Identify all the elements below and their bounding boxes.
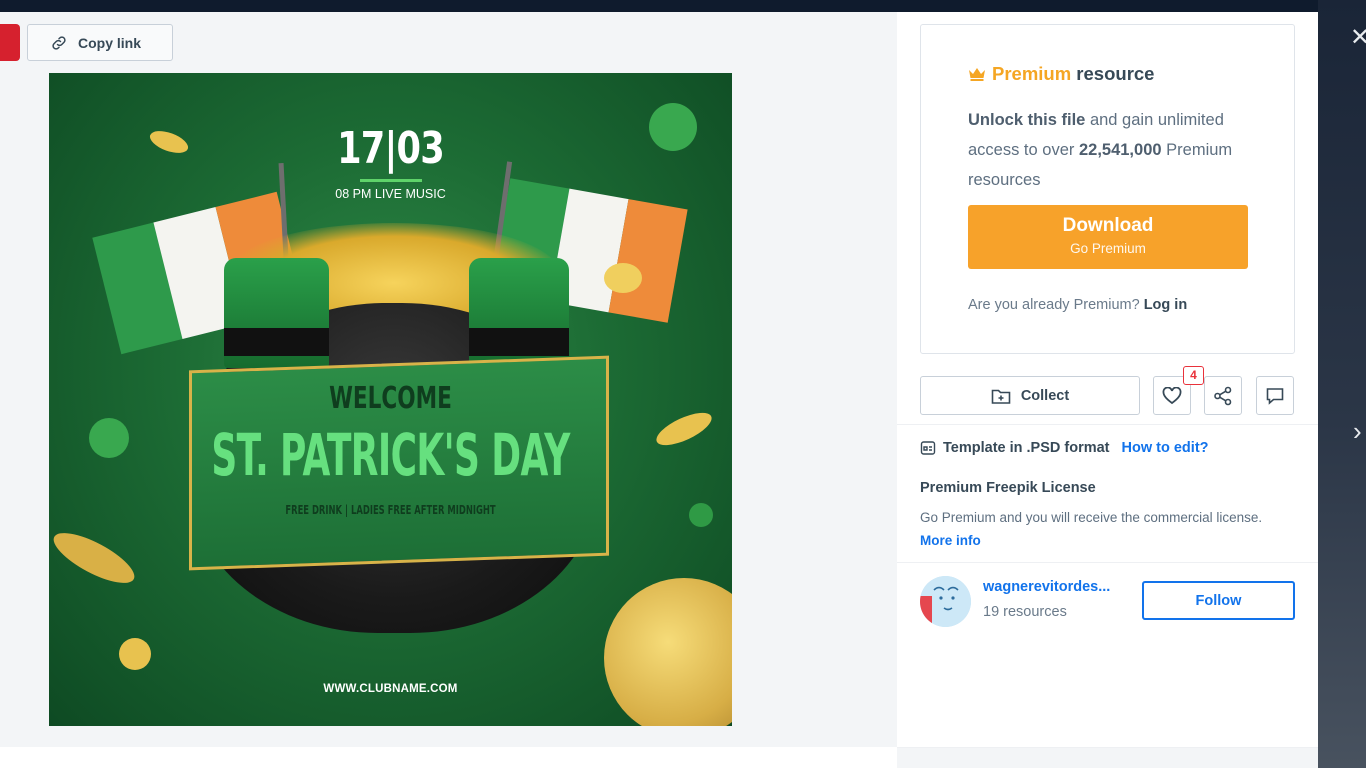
format-text: Template in .PSD format <box>943 440 1110 456</box>
author-avatar[interactable] <box>920 576 971 627</box>
preview-pane: Copy link 17|03 08 PM LIVE MUSIC WELCOME… <box>0 12 897 747</box>
clover-decor <box>689 503 713 527</box>
preview-footer <box>0 747 897 768</box>
divider <box>897 562 1318 563</box>
author-name-link[interactable]: wagnerevitordes... <box>983 579 1123 595</box>
hat-band <box>224 328 329 356</box>
already-premium-text: Are you already Premium? <box>968 297 1144 313</box>
share-icon <box>1214 386 1232 405</box>
like-count-badge: 4 <box>1183 366 1204 385</box>
more-info-link[interactable]: More info <box>920 533 981 548</box>
comment-icon <box>1266 387 1284 405</box>
art-title: ST. PATRICK'S DAY <box>211 421 570 489</box>
follow-label: Follow <box>1195 592 1242 609</box>
art-date: 17|03 <box>337 123 445 174</box>
hat-band <box>469 328 569 356</box>
premium-card: Premium resource Unlock this file and ga… <box>920 24 1295 354</box>
follow-button[interactable]: Follow <box>1142 581 1295 620</box>
heart-icon <box>1162 386 1182 404</box>
backdrop-top <box>0 0 1366 12</box>
big-coin <box>604 578 732 726</box>
backdrop-right <box>1318 0 1366 768</box>
art-url: WWW.CLUBNAME.COM <box>323 683 458 695</box>
license-text: Go Premium and you will receive the comm… <box>920 506 1280 552</box>
save-tab-button[interactable] <box>0 24 20 61</box>
license-title: Premium Freepik License <box>920 480 1096 496</box>
collect-button[interactable]: Collect <box>920 376 1140 415</box>
license-description: Go Premium and you will receive the comm… <box>920 510 1263 525</box>
art-subtitle: FREE DRINK | LADIES FREE AFTER MIDNIGHT <box>285 503 496 517</box>
share-button[interactable] <box>1204 376 1242 415</box>
art-welcome: WELCOME <box>329 381 452 416</box>
login-link[interactable]: Log in <box>1144 297 1188 313</box>
next-arrow-icon[interactable]: › <box>1353 418 1366 444</box>
copy-link-label: Copy link <box>78 34 142 51</box>
art-underline <box>360 179 422 182</box>
download-label: Download <box>1062 215 1154 236</box>
clover-decor <box>89 418 129 458</box>
format-row: Template in .PSD format How to edit? <box>920 440 1209 456</box>
how-to-edit-link[interactable]: How to edit? <box>1122 440 1209 456</box>
link-icon <box>52 35 66 50</box>
resource-label: resource <box>1071 63 1155 84</box>
premium-description: Unlock this file and gain unlimited acce… <box>968 105 1258 195</box>
coin-decor <box>119 638 151 670</box>
resource-count: 22,541,000 <box>1078 141 1162 159</box>
download-button[interactable]: Download Go Premium <box>968 205 1248 269</box>
coin-decor <box>652 406 716 452</box>
coin-decor <box>49 523 141 593</box>
file-format-icon <box>920 441 936 455</box>
copy-link-button[interactable]: Copy link <box>27 24 173 61</box>
details-footer <box>897 747 1318 768</box>
crown-icon <box>969 68 985 81</box>
close-icon[interactable]: ✕ <box>1350 24 1366 52</box>
download-sub: Go Premium <box>1070 241 1146 256</box>
premium-heading: Premium resource <box>968 63 1154 85</box>
coin-decor <box>604 263 642 293</box>
art-music: 08 PM LIVE MUSIC <box>335 187 446 201</box>
preview-image[interactable]: 17|03 08 PM LIVE MUSIC WELCOME ST. PATRI… <box>49 73 732 726</box>
author-resources: 19 resources <box>983 604 1067 620</box>
premium-label: Premium <box>992 63 1072 84</box>
login-line: Are you already Premium? Log in <box>968 297 1187 313</box>
divider <box>897 424 1318 425</box>
folder-add-icon <box>991 389 1011 404</box>
avatar-face-icon <box>920 576 971 627</box>
unlock-text: Unlock this file <box>968 111 1086 129</box>
comment-button[interactable] <box>1256 376 1294 415</box>
collect-label: Collect <box>1020 387 1070 404</box>
